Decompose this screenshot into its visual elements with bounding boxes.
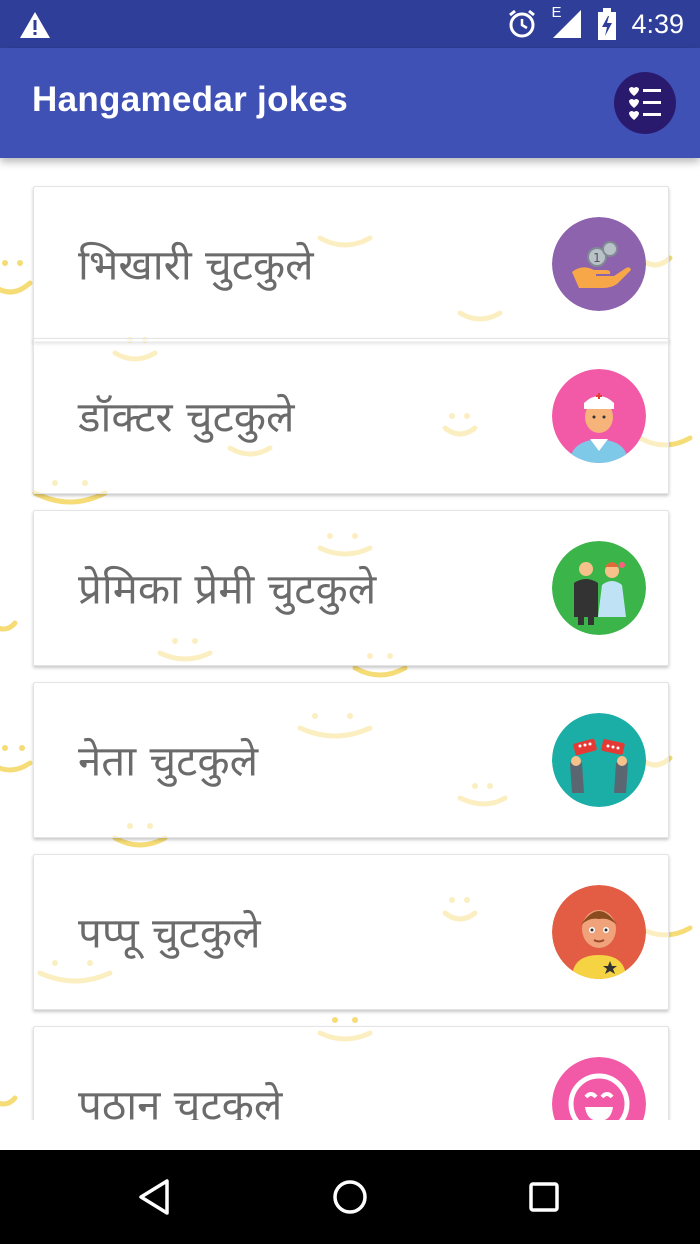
status-bar: E 4:39 bbox=[0, 0, 700, 48]
category-label: डॉक्टर चुटकुले bbox=[78, 392, 295, 442]
category-card-doctor[interactable]: डॉक्टर चुटकुले bbox=[33, 338, 669, 494]
menu-button[interactable] bbox=[614, 72, 676, 134]
politician-hands-icon bbox=[552, 713, 646, 807]
clock-time: 4:39 bbox=[631, 8, 684, 39]
category-card-neta[interactable]: नेता चुटकुले bbox=[33, 682, 669, 838]
category-card-bhikhari[interactable]: भिखारी चुटकुले 1 bbox=[33, 186, 669, 342]
signal-icon: E bbox=[551, 4, 583, 40]
category-label: नेता चुटकुले bbox=[78, 736, 259, 786]
category-list[interactable]: भिखारी चुटकुले 1 डॉक्टर चुटकुले प्रेमिका… bbox=[0, 158, 700, 1120]
category-label: प्रेमिका प्रेमी चुटकुले bbox=[78, 564, 377, 614]
warning-icon bbox=[20, 12, 50, 38]
alarm-icon bbox=[509, 9, 536, 38]
recents-square-icon bbox=[529, 1182, 559, 1212]
couple-icon bbox=[552, 541, 646, 635]
heart-list-icon bbox=[629, 87, 661, 120]
category-label: भिखारी चुटकुले bbox=[78, 240, 314, 290]
category-card-premika-premi[interactable]: प्रेमिका प्रेमी चुटकुले bbox=[33, 510, 669, 666]
app-bar: Hangamedar jokes bbox=[0, 48, 700, 158]
battery-icon bbox=[598, 8, 617, 40]
home-button[interactable] bbox=[325, 1172, 375, 1222]
navigation-bar bbox=[0, 1150, 700, 1244]
category-label: पठान चुटकुले bbox=[78, 1080, 283, 1121]
back-triangle-icon bbox=[139, 1179, 169, 1215]
app-title: Hangamedar jokes bbox=[32, 80, 349, 119]
laughing-face-icon bbox=[552, 1057, 646, 1120]
svg-text:1: 1 bbox=[593, 251, 601, 265]
recents-button[interactable] bbox=[519, 1172, 569, 1222]
pappu-icon bbox=[552, 885, 646, 979]
category-card-pathan[interactable]: पठान चुटकुले bbox=[33, 1026, 669, 1120]
coins-hand-icon: 1 bbox=[552, 217, 646, 311]
back-button[interactable] bbox=[130, 1172, 180, 1222]
home-circle-icon bbox=[333, 1180, 367, 1214]
list-bottom-spacer bbox=[0, 1120, 700, 1150]
doctor-icon bbox=[552, 369, 646, 463]
category-label: पप्पू चुटकुले bbox=[78, 908, 261, 958]
category-card-pappu[interactable]: पप्पू चुटकुले bbox=[33, 854, 669, 1010]
network-type-label: E bbox=[551, 4, 562, 21]
